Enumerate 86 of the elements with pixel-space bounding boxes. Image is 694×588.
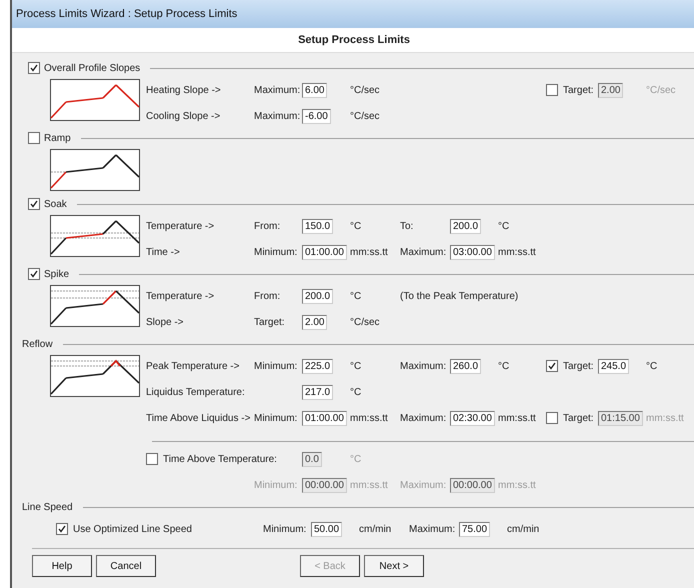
checkbox[interactable] xyxy=(146,453,158,465)
unit-label: mm:ss.tt xyxy=(350,412,389,424)
input-field[interactable]: 6.00 xyxy=(302,82,328,98)
checkbox-label: Target: xyxy=(563,84,594,96)
window-title: Process Limits Wizard : Setup Process Limits xyxy=(16,8,238,20)
input-field[interactable]: 03:00.00 xyxy=(450,244,495,260)
checkbox[interactable] xyxy=(546,360,558,372)
row-label: Time Above Liquidus -> xyxy=(146,412,252,424)
unit-label: cm/min xyxy=(507,524,540,534)
note-text: (To the Peak Temperature) xyxy=(400,290,520,302)
unit-label: °C/sec xyxy=(646,84,677,96)
unit-label: °C xyxy=(498,220,510,232)
input-field[interactable]: 225.0 xyxy=(302,358,334,374)
wizard-button[interactable]: Next > xyxy=(364,555,424,577)
page-heading: Setup Process Limits xyxy=(298,34,410,46)
section-title: Soak xyxy=(44,198,67,210)
row-label: Temperature -> xyxy=(146,220,216,232)
field-label: Maximum: xyxy=(409,524,456,534)
unit-label: °C/sec xyxy=(350,316,381,328)
field-label: Minimum: xyxy=(263,524,308,534)
wizard-button[interactable]: Cancel xyxy=(96,555,156,577)
input-field[interactable]: 200.0 xyxy=(450,218,482,234)
input-field[interactable]: 02:30.00 xyxy=(450,410,495,426)
checkbox[interactable] xyxy=(28,62,40,74)
checkbox[interactable] xyxy=(28,132,40,144)
section-title: Line Speed xyxy=(22,502,73,512)
unit-label: mm:ss.tt xyxy=(350,480,389,490)
unit-label: °C xyxy=(350,220,362,232)
field-label: Maximum: xyxy=(400,246,448,258)
input-field[interactable]: 200.0 xyxy=(302,288,334,304)
unit-label: mm:ss.tt xyxy=(646,412,685,424)
row-label: Peak Temperature -> xyxy=(146,360,240,372)
unit-label: °C xyxy=(646,360,658,372)
section-title: Overall Profile Slopes xyxy=(44,62,140,74)
input-field[interactable]: 75.00 xyxy=(459,522,490,536)
input-field[interactable]: 260.0 xyxy=(450,358,482,374)
checkbox-label: Time Above Temperature: xyxy=(163,454,277,464)
unit-label: mm:ss.tt xyxy=(350,246,389,258)
field-label: From: xyxy=(254,290,282,302)
row-label: Slope -> xyxy=(146,316,185,328)
field-label: Target: xyxy=(254,316,286,328)
input-field[interactable]: 01:00.00 xyxy=(302,244,347,260)
field-label: Minimum: xyxy=(254,412,298,424)
field-label: Minimum: xyxy=(254,246,298,258)
field-label: To: xyxy=(400,220,414,232)
checkbox-label: Use Optimized Line Speed xyxy=(73,524,192,534)
input-field[interactable]: 2.00 xyxy=(302,314,328,330)
unit-label: °C xyxy=(498,360,510,372)
field-label: From: xyxy=(254,220,282,232)
field-label: Maximum: xyxy=(400,412,448,424)
unit-label: mm:ss.tt xyxy=(498,480,537,490)
unit-label: mm:ss.tt xyxy=(498,412,537,424)
field-label: Maximum: xyxy=(254,110,302,122)
unit-label: °C xyxy=(350,290,362,302)
section-title: Ramp xyxy=(44,132,71,144)
field-label: Maximum: xyxy=(400,360,448,372)
input-field[interactable]: -6.00 xyxy=(302,108,331,124)
row-label: Temperature -> xyxy=(146,290,216,302)
checkbox[interactable] xyxy=(56,523,68,535)
unit-label: °C/sec xyxy=(350,110,381,122)
field-label: Minimum: xyxy=(254,360,298,372)
row-label: Heating Slope -> xyxy=(146,84,222,96)
wizard-button[interactable]: Help xyxy=(32,555,92,577)
unit-label: cm/min xyxy=(359,524,392,534)
field-label: Minimum: xyxy=(254,480,298,490)
input-field[interactable]: 217.0 xyxy=(302,384,334,400)
checkbox[interactable] xyxy=(28,198,40,210)
unit-label: °C xyxy=(350,360,362,372)
input-field[interactable]: 01:00.00 xyxy=(302,410,347,426)
row-label: Liquidus Temperature: xyxy=(146,386,246,398)
input-field[interactable]: 245.0 xyxy=(598,358,630,374)
section-title: Spike xyxy=(44,268,70,280)
field-label: Maximum: xyxy=(400,480,448,490)
checkbox[interactable] xyxy=(28,268,40,280)
checkbox-label: Target: xyxy=(563,412,594,424)
checkbox-label: Target: xyxy=(563,360,594,372)
input-field[interactable]: 50.00 xyxy=(311,522,342,536)
unit-label: °C xyxy=(350,454,362,464)
row-label: Time -> xyxy=(146,246,181,258)
row-label: Cooling Slope -> xyxy=(146,110,222,122)
unit-label: °C/sec xyxy=(350,84,381,96)
field-label: Maximum: xyxy=(254,84,302,96)
section-title: Reflow xyxy=(22,338,53,350)
input-field[interactable]: 150.0 xyxy=(302,218,334,234)
unit-label: mm:ss.tt xyxy=(498,246,537,258)
unit-label: °C xyxy=(350,386,362,398)
